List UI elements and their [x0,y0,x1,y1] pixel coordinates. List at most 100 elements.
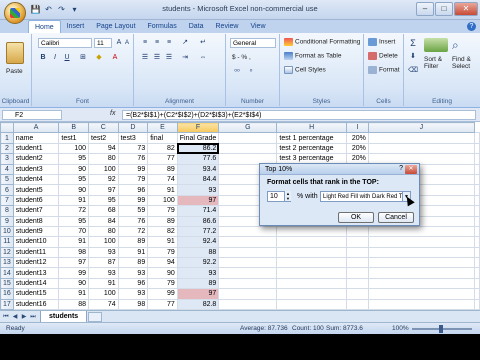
paste-icon[interactable] [6,42,24,64]
cell[interactable] [474,184,480,196]
row-header[interactable]: 17 [0,298,14,310]
cell[interactable]: 59 [117,205,149,217]
column-header[interactable]: A [12,122,60,134]
cell[interactable] [276,267,347,279]
cell[interactable]: 91 [58,288,89,300]
cell[interactable] [276,225,347,238]
cell[interactable]: 82.8 [176,298,220,310]
column-header[interactable]: H [276,122,347,134]
cell[interactable]: 72 [58,205,89,217]
cell[interactable]: 91 [117,246,149,259]
font-name-box[interactable]: Calibri [38,38,92,48]
cell[interactable] [474,225,480,238]
fill-icon[interactable]: ⬇ [408,52,418,62]
cell[interactable]: 96 [117,277,149,290]
zoom-slider-thumb[interactable] [439,325,443,333]
row-header[interactable]: 14 [0,267,14,279]
column-header[interactable]: C [88,122,119,134]
tab-insert[interactable]: Insert [61,20,91,33]
cell[interactable]: 79 [117,173,149,186]
help-icon[interactable]: ? [467,22,476,31]
cell[interactable]: student14 [12,277,60,290]
cell[interactable] [474,132,480,144]
cell[interactable] [345,236,369,248]
cell[interactable]: 79 [147,277,178,290]
zoom-slider[interactable] [412,325,472,333]
cell[interactable]: 91 [88,277,119,290]
row-header[interactable]: 10 [0,225,14,238]
cell[interactable]: 77 [147,298,178,310]
fill-color-icon[interactable]: ◆ [94,53,104,63]
next-sheet-icon[interactable]: ▶ [20,313,28,321]
column-header[interactable]: G [218,122,278,134]
cell[interactable] [218,277,278,290]
bold-icon[interactable]: B [38,53,48,63]
cell[interactable]: 90 [58,277,89,290]
cell[interactable]: 100 [147,194,178,207]
cell[interactable] [345,277,369,290]
cell[interactable]: 86.6 [176,215,220,227]
tab-home[interactable]: Home [28,20,61,33]
cell[interactable] [474,153,480,165]
column-header-selected[interactable]: F [176,122,220,134]
cell[interactable]: test 2 percentage [276,142,347,155]
cell[interactable]: 73 [117,142,149,155]
cell[interactable]: 89 [176,277,220,290]
cell[interactable]: 95 [58,215,89,227]
row-header[interactable]: 1 [0,132,14,144]
cell[interactable] [218,225,278,238]
cell[interactable]: 93 [117,267,149,279]
align-center-icon[interactable]: ☰ [152,53,162,63]
align-middle-icon[interactable]: ≡ [152,38,162,48]
formula-input[interactable]: =(B2*$I$1)+(C2*$I$2)+(D2*$I$3)+(E2*$I$4) [122,110,476,120]
cell[interactable]: 91 [147,184,178,196]
cell[interactable]: 76 [117,153,149,165]
cell[interactable] [345,267,369,279]
row-header[interactable]: 5 [0,173,14,186]
cell[interactable] [367,142,476,155]
cell[interactable]: 100 [88,288,119,300]
cell[interactable]: student12 [12,257,60,269]
cell[interactable]: 76 [117,215,149,227]
cell[interactable]: student5 [12,184,60,196]
cell[interactable] [367,288,476,300]
cell[interactable]: 79 [147,205,178,217]
merge-center-icon[interactable]: ⇔ [198,53,208,63]
maximize-button[interactable]: □ [435,2,453,16]
column-header[interactable]: J [367,122,476,134]
cell[interactable]: 97 [88,184,119,196]
select-all-corner[interactable] [0,122,14,134]
cell[interactable] [367,257,476,269]
cell[interactable]: 74 [88,298,119,310]
cell[interactable]: 88 [176,246,220,259]
cell[interactable]: 99 [117,163,149,175]
cell[interactable]: 96 [117,184,149,196]
cell[interactable]: 93 [176,184,220,196]
column-header[interactable]: E [147,122,178,134]
cell[interactable] [474,173,480,186]
row-header[interactable]: 12 [0,246,14,259]
insert-cells-button[interactable]: Insert [368,38,395,46]
cell[interactable]: test3 [117,132,149,144]
row-header[interactable]: 15 [0,277,14,290]
cell[interactable] [345,246,369,259]
cell[interactable]: 79 [147,246,178,259]
cell[interactable]: 100 [88,236,119,248]
cell[interactable]: student4 [12,173,60,186]
tab-data[interactable]: Data [183,20,210,33]
cell[interactable]: 84.4 [176,173,220,186]
cell[interactable]: 93 [88,246,119,259]
borders-icon[interactable]: ⊞ [78,53,88,63]
column-header[interactable]: B [58,122,89,134]
cell[interactable]: 91 [58,236,89,248]
cell[interactable]: 95 [58,153,89,165]
cell[interactable]: 95 [58,173,89,186]
cell[interactable]: 92 [88,173,119,186]
number-format-box[interactable]: General [230,38,276,48]
format-dropdown[interactable]: Light Red Fill with Dark Red Text [320,191,410,202]
paste-button[interactable]: Paste [6,68,23,75]
align-top-icon[interactable]: ≡ [140,38,150,48]
cell[interactable] [367,225,476,238]
format-cells-button[interactable]: Format [368,66,400,74]
tab-page-layout[interactable]: Page Layout [90,20,141,33]
